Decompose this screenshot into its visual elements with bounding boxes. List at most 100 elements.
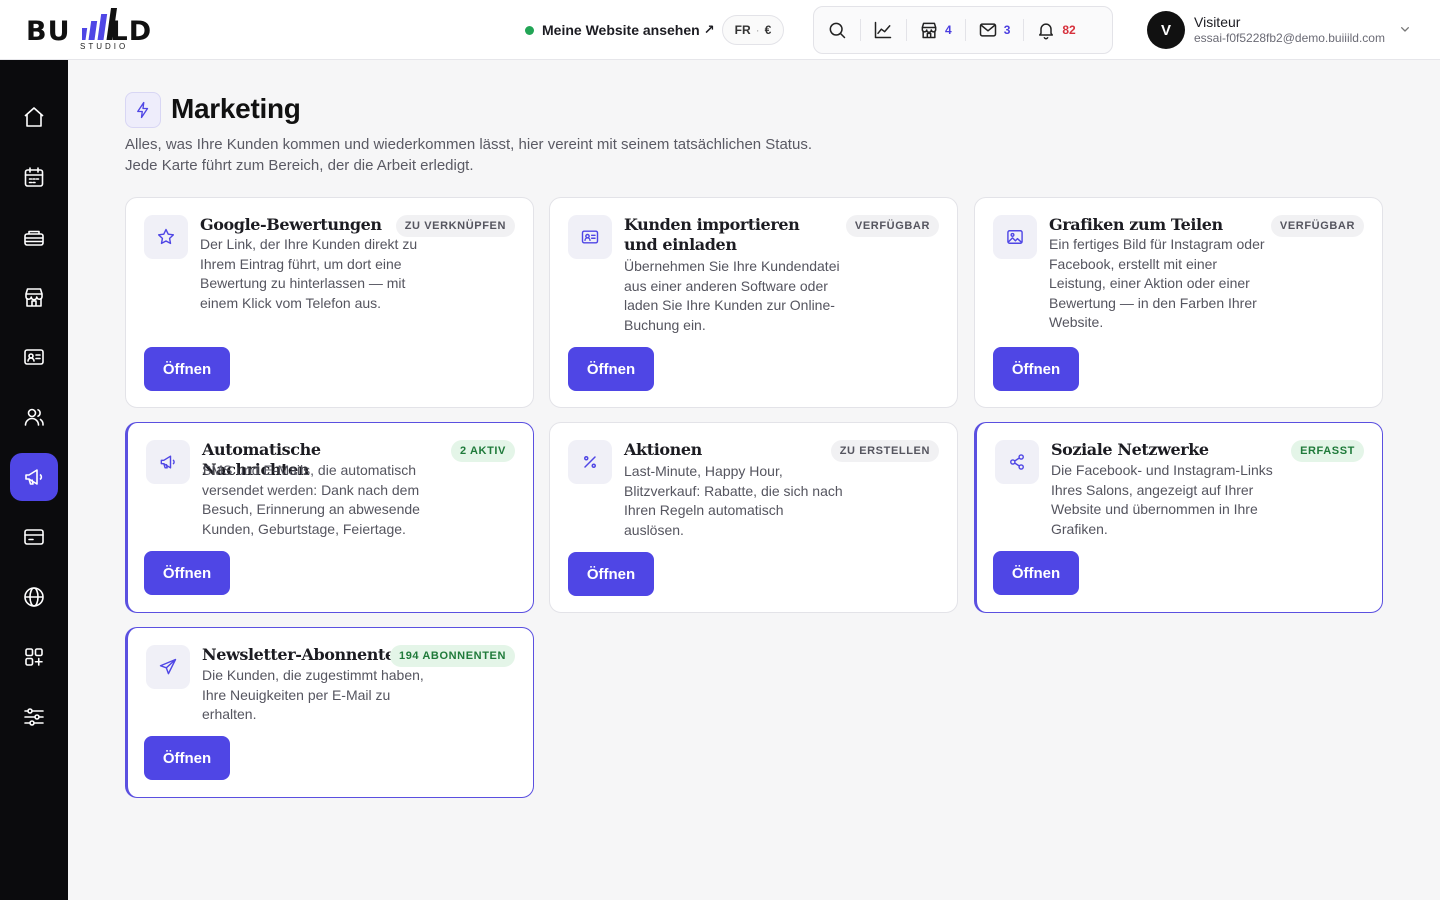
- sidebar-item-home[interactable]: [10, 93, 58, 141]
- page-title: Marketing: [171, 93, 301, 124]
- currency-symbol: €: [764, 23, 772, 37]
- language-currency-selector[interactable]: FR · €: [722, 15, 784, 45]
- star-icon: [157, 228, 175, 245]
- card-title: Grafiken zum Teilen: [1049, 215, 1223, 234]
- page-description-line-2: Jede Karte führt zum Bereich, der die Ar…: [125, 157, 474, 174]
- view-website-label: Meine Website ansehen: [542, 22, 700, 38]
- bell-icon: [1039, 23, 1054, 40]
- sidebar-item-store[interactable]: [10, 273, 58, 321]
- notifications-count: 82: [1062, 23, 1076, 37]
- status-badge: 2 AKTIV: [451, 440, 515, 462]
- status-badge: VERFÜGBAR: [1270, 215, 1364, 237]
- sidebar: [0, 60, 68, 900]
- sidebar-item-team[interactable]: [10, 393, 58, 441]
- payment-card-icon: [24, 529, 44, 545]
- top-bar: BU LD STUDIO Meine Website ansehen ↗ FR ·…: [0, 0, 1440, 60]
- sidebar-item-services[interactable]: [10, 213, 58, 261]
- store-icon: [921, 22, 937, 39]
- open-button[interactable]: Öffnen: [568, 347, 654, 391]
- chevron-down-icon: [1401, 26, 1409, 32]
- card-google-reviews: Google-Bewertungen ZU VERKNÜPFEN Der Lin…: [125, 197, 534, 408]
- megaphone-icon: [160, 455, 175, 469]
- card-description: Übernehmen Sie Ihre Kundendatei aus eine…: [624, 258, 840, 333]
- sidebar-item-calendar[interactable]: [10, 153, 58, 201]
- card-title: Google-Bewertungen: [200, 215, 382, 234]
- card-icon-box: [144, 215, 188, 259]
- card-icon-box: [146, 440, 190, 484]
- user-menu[interactable]: V Visiteur essai-f0f5228fb2@demo.buiiild…: [1147, 11, 1417, 49]
- sliders-icon: [24, 708, 44, 726]
- card-description: Der Link, der Ihre Kunden direkt zu Ihre…: [200, 236, 418, 311]
- open-button[interactable]: Öffnen: [144, 551, 230, 595]
- contact-card-icon: [24, 349, 44, 365]
- status-badge: ZU ERSTELLEN: [830, 440, 939, 462]
- view-website-link[interactable]: Meine Website ansehen ↗: [525, 20, 715, 40]
- card-automatic-messages: Automatische Nachrichten 2 AKTIV SMS und…: [125, 422, 534, 613]
- card-icon-box: [568, 215, 612, 259]
- store-icon: [25, 288, 43, 307]
- sidebar-item-settings[interactable]: [10, 693, 58, 741]
- chart-line-icon: [874, 21, 892, 39]
- language-code: FR: [734, 23, 751, 37]
- page-title-icon: [125, 92, 161, 128]
- status-badge: VERFÜGBAR: [845, 215, 939, 237]
- header-toolbar: 4 3 82: [813, 6, 1113, 54]
- sidebar-item-clients[interactable]: [10, 333, 58, 381]
- megaphone-icon: [25, 469, 43, 485]
- online-status-dot: [525, 25, 534, 35]
- card-title: Kunden importieren und einladen: [624, 215, 800, 254]
- external-link-icon: ↗: [703, 22, 715, 37]
- card-description: Die Facebook- und Instagram-Links Ihres …: [1051, 462, 1273, 537]
- status-badge: ERFASST: [1291, 440, 1364, 462]
- home-icon: [24, 107, 44, 127]
- card-title: Soziale Netzwerke: [1051, 440, 1209, 459]
- card-title: Aktionen: [624, 440, 702, 459]
- share-icon: [1010, 454, 1024, 470]
- user-email: essai-f0f5228fb2@demo.buiiild.com: [1194, 31, 1385, 45]
- card-description: Last-Minute, Happy Hour, Blitzverkauf: R…: [624, 463, 843, 538]
- page-description-line-1: Alles, was Ihre Kunden kommen und wieder…: [125, 136, 812, 153]
- status-badge: ZU VERKNÜPFEN: [395, 215, 515, 237]
- users-icon: [24, 408, 44, 426]
- open-button[interactable]: Öffnen: [993, 551, 1079, 595]
- open-button[interactable]: Öffnen: [144, 736, 230, 780]
- card-title: Newsletter-Abonnenten: [202, 645, 407, 664]
- search-button[interactable]: [814, 6, 860, 54]
- card-icon-box: [993, 215, 1037, 259]
- sidebar-item-website[interactable]: [10, 573, 58, 621]
- card-promotions: Aktionen ZU ERSTELLEN Last-Minute, Happy…: [549, 422, 958, 613]
- logo-subtitle: STUDIO: [80, 42, 129, 51]
- card-description: SMS und E-Mails, die automatisch versend…: [202, 462, 420, 537]
- mail-icon: [979, 23, 996, 37]
- card-icon-box: [146, 645, 190, 689]
- shop-count: 4: [945, 23, 952, 37]
- image-icon: [1007, 230, 1023, 244]
- card-description: Ein fertiges Bild für Instagram oder Fac…: [1049, 236, 1265, 331]
- apps-icon: [25, 648, 43, 666]
- shop-button[interactable]: 4: [906, 6, 965, 54]
- card-share-graphics: Grafiken zum Teilen VERFÜGBAR Ein fertig…: [974, 197, 1383, 408]
- page-description: Alles, was Ihre Kunden kommen und wieder…: [125, 134, 885, 176]
- open-button[interactable]: Öffnen: [568, 552, 654, 596]
- card-icon-box: [568, 440, 612, 484]
- logo[interactable]: BU LD STUDIO: [26, 8, 186, 52]
- id-card-icon: [581, 230, 599, 244]
- globe-icon: [24, 587, 44, 607]
- lightning-icon: [137, 101, 149, 119]
- language-separator: ·: [755, 23, 760, 37]
- sidebar-item-payments[interactable]: [10, 513, 58, 561]
- messages-button[interactable]: 3: [964, 6, 1024, 54]
- statistics-button[interactable]: [860, 6, 906, 54]
- search-icon: [829, 22, 846, 39]
- user-name: Visiteur: [1194, 14, 1241, 30]
- open-button[interactable]: Öffnen: [144, 347, 230, 391]
- percent-icon: [583, 455, 596, 468]
- calendar-icon: [24, 167, 44, 187]
- notifications-button[interactable]: 82: [1023, 6, 1088, 54]
- card-import-clients: Kunden importieren und einladen VERFÜGBA…: [549, 197, 958, 408]
- sidebar-item-apps[interactable]: [10, 633, 58, 681]
- card-icon-box: [995, 440, 1039, 484]
- sidebar-item-marketing[interactable]: [10, 453, 58, 501]
- avatar: V: [1147, 11, 1185, 49]
- open-button[interactable]: Öffnen: [993, 347, 1079, 391]
